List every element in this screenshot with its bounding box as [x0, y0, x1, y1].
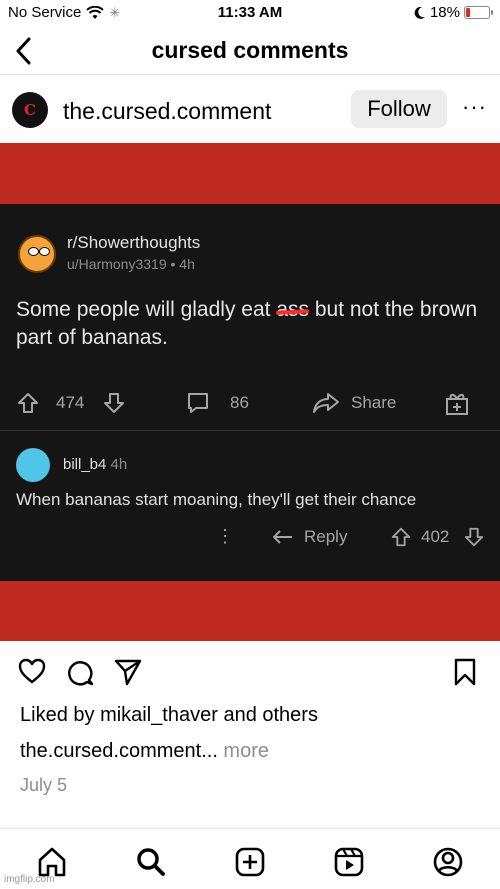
page-title: cursed comments [151, 37, 349, 63]
caption-username[interactable]: the.cursed.comment [20, 740, 201, 762]
downvote-icon [104, 393, 124, 413]
nav-bar: cursed comments [0, 26, 500, 75]
battery-percent: 18% [429, 4, 460, 21]
reply-arrow-icon [273, 530, 292, 544]
post-media-image[interactable]: r/Showerthoughts u/Harmony3319 • 4h Some… [0, 204, 500, 581]
tab-bar [0, 828, 500, 889]
search-icon[interactable] [134, 845, 168, 879]
comment-more-icon: ⋮ [216, 526, 234, 546]
liked-by-line: Liked by mikail_thaver and others [20, 704, 318, 727]
media-red-band-bottom [0, 581, 500, 641]
upvote-icon [18, 393, 38, 413]
post-text: Some people will gladly eat ass but not … [16, 296, 486, 352]
comment-bubble-icon [188, 393, 208, 413]
caption-more-link[interactable]: more [218, 740, 269, 762]
post-date: July 5 [20, 775, 68, 795]
liked-prefix: Liked by [20, 704, 101, 726]
moon-icon [414, 6, 425, 19]
commenter-name: bill_b4 [63, 456, 107, 473]
more-options-icon[interactable]: ··· [462, 94, 487, 120]
post-text-before: Some people will gladly eat [16, 298, 277, 321]
send-icon[interactable] [114, 658, 142, 686]
profile-icon[interactable] [431, 845, 465, 879]
bookmark-icon[interactable] [454, 658, 476, 686]
follow-button[interactable]: Follow [351, 90, 447, 128]
caption: the.cursed.comment... more [20, 740, 269, 763]
status-bar: No Service ✳ 11:33 AM 18% [0, 0, 500, 26]
comment-icon[interactable] [67, 658, 95, 686]
liked-others-link[interactable]: others [262, 704, 318, 726]
share-label: Share [351, 393, 397, 412]
watermark: imgflip.com [4, 874, 55, 885]
account-avatar[interactable]: C [12, 92, 48, 128]
post-actions [0, 656, 500, 690]
comment-vote-count: 402 [421, 527, 450, 546]
media-red-band-top [0, 143, 500, 204]
comment-header: bill_b4 4h [63, 456, 127, 473]
award-icon [446, 393, 468, 415]
comment-time: 4h [110, 456, 128, 473]
author-line: u/Harmony3319 • 4h [67, 256, 195, 272]
post-action-row: 474 86 Share [16, 389, 486, 419]
comment-downvote-icon [464, 527, 484, 547]
status-right: 18% [414, 4, 493, 21]
new-post-icon[interactable] [233, 845, 267, 879]
caption-ellipsis: ... [201, 740, 218, 762]
avatar-text: C [24, 101, 36, 119]
battery-icon [464, 6, 493, 19]
liked-mid: and [217, 704, 263, 726]
comment-action-row: ⋮ Reply 402 [0, 526, 500, 552]
post-text-struck: ass [276, 298, 310, 321]
reply-label: Reply [304, 527, 348, 546]
comment-count: 86 [230, 393, 249, 412]
post-header: C the.cursed.comment Follow ··· [0, 76, 500, 142]
comment-upvote-icon [391, 527, 411, 547]
upvote-count: 474 [56, 393, 85, 412]
heart-icon[interactable] [18, 658, 46, 684]
divider [0, 430, 500, 431]
liked-user-link[interactable]: mikail_thaver [100, 704, 218, 726]
reels-icon[interactable] [332, 845, 366, 879]
share-arrow-icon [313, 393, 339, 413]
commenter-avatar [16, 448, 50, 482]
subreddit-name: r/Showerthoughts [67, 233, 201, 252]
subreddit-avatar [18, 235, 56, 273]
account-username[interactable]: the.cursed.comment [63, 98, 271, 125]
comment-text: When bananas start moaning, they'll get … [16, 490, 417, 509]
